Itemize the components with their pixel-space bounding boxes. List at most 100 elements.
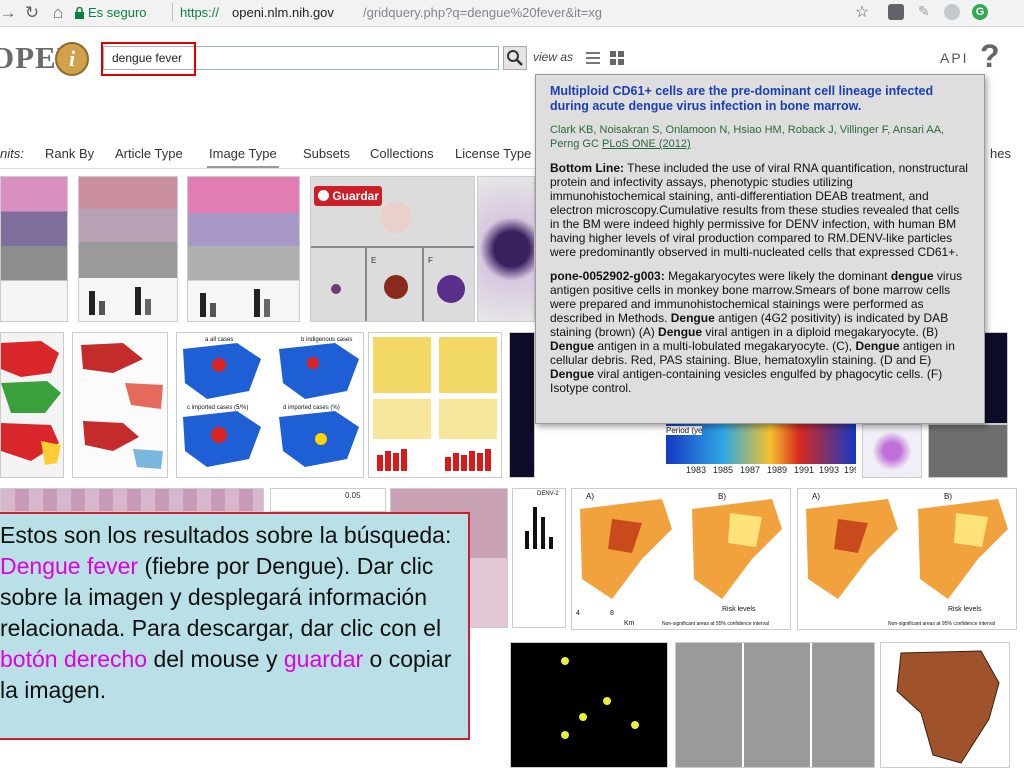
filter-divider bbox=[0, 168, 540, 169]
forward-icon[interactable]: → bbox=[0, 3, 18, 23]
result-thumb-china-maps[interactable]: a all cases b indigenous cases c importe… bbox=[176, 332, 364, 478]
caption-text: viral antigen-containing vesicles engulf… bbox=[550, 367, 943, 395]
map-panel-b: B) bbox=[944, 492, 952, 501]
panel-letter-f: F bbox=[428, 256, 433, 265]
map-panel-b: B) bbox=[718, 492, 726, 501]
china-map-image: a all cases b indigenous cases c importe… bbox=[183, 337, 359, 467]
result-thumb-africa-map[interactable] bbox=[880, 642, 1010, 768]
bottom-line-label: Bottom Line: bbox=[550, 161, 624, 175]
filter-image-type[interactable]: Image Type bbox=[209, 146, 277, 161]
journal-link[interactable]: PLoS ONE (2012) bbox=[602, 138, 691, 150]
filter-license-type[interactable]: License Type bbox=[455, 146, 531, 161]
caption-text: antigen in a multi-lobulated megakaryocy… bbox=[594, 339, 856, 353]
result-thumb-tables-charts[interactable] bbox=[368, 332, 502, 478]
reload-icon[interactable]: ↻ bbox=[22, 3, 42, 23]
browser-toolbar: → ↻ ⌂ Es seguro https:// openi.nlm.nih.g… bbox=[0, 0, 1024, 27]
logo-info-icon: i bbox=[55, 42, 89, 76]
result-thumb-histology-2[interactable] bbox=[78, 176, 178, 322]
fluorescence-image bbox=[561, 657, 639, 739]
mini-bar-chart bbox=[200, 289, 270, 317]
result-thumb-world-map-2[interactable] bbox=[72, 332, 168, 478]
result-thumb-histology-3[interactable] bbox=[187, 176, 300, 322]
map-label-b: b indigenous cases bbox=[301, 337, 352, 343]
map-panel-a: A) bbox=[812, 492, 820, 501]
result-thumb-scatter[interactable]: 0.05 bbox=[270, 488, 386, 512]
wavelet-axis: 1983 1985 1987 1989 1991 1993 1995 bbox=[666, 464, 856, 478]
search-term-highlight bbox=[101, 42, 196, 76]
year-tick: 1983 bbox=[686, 465, 707, 475]
guardar-pin-button[interactable]: Guardar bbox=[314, 186, 382, 206]
figure-caption-paragraph: pone-0052902-g003: Megakaryocytes were l… bbox=[550, 269, 970, 395]
km-label: Km bbox=[624, 620, 635, 627]
url-path[interactable]: /gridquery.php?q=dengue%20fever&it=xg bbox=[363, 5, 602, 20]
km-tick: 4 bbox=[576, 610, 580, 617]
cloud-icon[interactable] bbox=[944, 4, 960, 20]
map-label-d: d imported cases (%) bbox=[283, 405, 340, 411]
caption-text: viral antigen in a diploid megakaryocyte… bbox=[702, 325, 939, 339]
world-map-image bbox=[1, 341, 61, 465]
article-title-link[interactable]: Multiploid CD61+ cells are the pre-domin… bbox=[550, 84, 970, 114]
filters-label: nits: bbox=[0, 146, 24, 161]
result-thumb-tissue-strip[interactable] bbox=[0, 488, 264, 512]
result-thumb-histology-1[interactable] bbox=[0, 176, 68, 322]
year-tick: 1995 bbox=[844, 465, 856, 475]
nonsig-label: Non-significant areas at 95% confidence … bbox=[662, 621, 769, 627]
result-thumb-risk-map-1[interactable]: A) B) Risk levels Non-significant areas … bbox=[571, 488, 791, 630]
url-scheme[interactable]: https:// bbox=[180, 5, 219, 20]
bookmark-star-icon[interactable]: ☆ bbox=[852, 3, 872, 23]
list-view-icon[interactable] bbox=[585, 50, 601, 66]
instruction-text: Estos son los resultados sobre la búsque… bbox=[0, 522, 452, 548]
filter-subsets[interactable]: Subsets bbox=[303, 146, 350, 161]
caption-keyword: Dengue bbox=[550, 339, 595, 353]
result-thumb-em-grid[interactable] bbox=[675, 642, 875, 768]
caption-text: Megakaryocytes were likely the dominant bbox=[664, 269, 891, 283]
help-icon[interactable]: ? bbox=[980, 38, 1000, 75]
result-thumb-dark-spectrum[interactable] bbox=[509, 332, 535, 478]
caption-keyword: dengue bbox=[890, 269, 934, 283]
caption-keyword: Dengue bbox=[855, 339, 900, 353]
home-icon[interactable]: ⌂ bbox=[48, 3, 68, 23]
denv-bar-chart bbox=[525, 507, 553, 549]
risk-levels-label: Risk levels bbox=[722, 606, 756, 613]
view-as-label: view as bbox=[533, 50, 574, 64]
result-thumb-gray-micro[interactable] bbox=[928, 424, 1008, 478]
result-thumb-cell-purple[interactable] bbox=[477, 176, 535, 322]
image-detail-popup: Multiploid CD61+ cells are the pre-domin… bbox=[535, 74, 985, 424]
risk-map-image: A) B) Risk levels Non-significant areas … bbox=[806, 492, 1008, 627]
caption-keyword: Dengue bbox=[670, 311, 715, 325]
world-map-image bbox=[81, 343, 163, 469]
nonsig-label: Non-significant areas at 95% confidence … bbox=[888, 621, 995, 627]
grid-view-icon[interactable] bbox=[609, 50, 625, 66]
url-host[interactable]: openi.nlm.nih.gov bbox=[232, 5, 334, 20]
figure-id: pone-0052902-g003: bbox=[550, 269, 665, 283]
result-thumb-world-map-1[interactable] bbox=[0, 332, 64, 478]
profile-icon[interactable]: G bbox=[972, 4, 988, 20]
filter-rank-by[interactable]: Rank By bbox=[45, 146, 94, 161]
eyedropper-icon[interactable]: ✎ bbox=[918, 3, 930, 20]
result-thumb-bar-denv[interactable]: DENV-2 bbox=[512, 488, 566, 628]
year-tick: 1985 bbox=[713, 465, 734, 475]
filter-overflow[interactable]: hes bbox=[990, 146, 1011, 161]
active-filter-indicator bbox=[207, 166, 279, 168]
api-link[interactable]: API bbox=[940, 50, 969, 66]
africa-map-image bbox=[896, 650, 1000, 764]
filter-article-type[interactable]: Article Type bbox=[115, 146, 183, 161]
url-divider bbox=[172, 3, 173, 21]
filter-collections[interactable]: Collections bbox=[370, 146, 434, 161]
year-tick: 1991 bbox=[794, 465, 815, 475]
secure-label: Es seguro bbox=[88, 5, 147, 20]
year-tick: 1987 bbox=[740, 465, 761, 475]
instruction-highlight: botón derecho bbox=[0, 646, 148, 672]
search-button[interactable] bbox=[503, 46, 527, 70]
result-thumb-dark-right[interactable] bbox=[984, 332, 1008, 424]
search-icon bbox=[507, 50, 523, 66]
result-thumb-fluorescence[interactable] bbox=[510, 642, 668, 768]
instruction-text: del mouse y bbox=[147, 646, 284, 672]
bottom-line-paragraph: Bottom Line: These included the use of v… bbox=[550, 161, 970, 259]
extension-icon[interactable] bbox=[888, 4, 904, 20]
result-thumb-cell-micro[interactable] bbox=[862, 424, 922, 478]
result-thumb-wavelet-chart[interactable]: 1983 1985 1987 1989 1991 1993 1995 Perio… bbox=[666, 424, 856, 478]
stat-value: 0.05 bbox=[345, 491, 361, 500]
result-thumb-risk-map-2[interactable]: A) B) Risk levels Non-significant areas … bbox=[797, 488, 1017, 630]
denv-label: DENV-2 bbox=[537, 491, 559, 497]
